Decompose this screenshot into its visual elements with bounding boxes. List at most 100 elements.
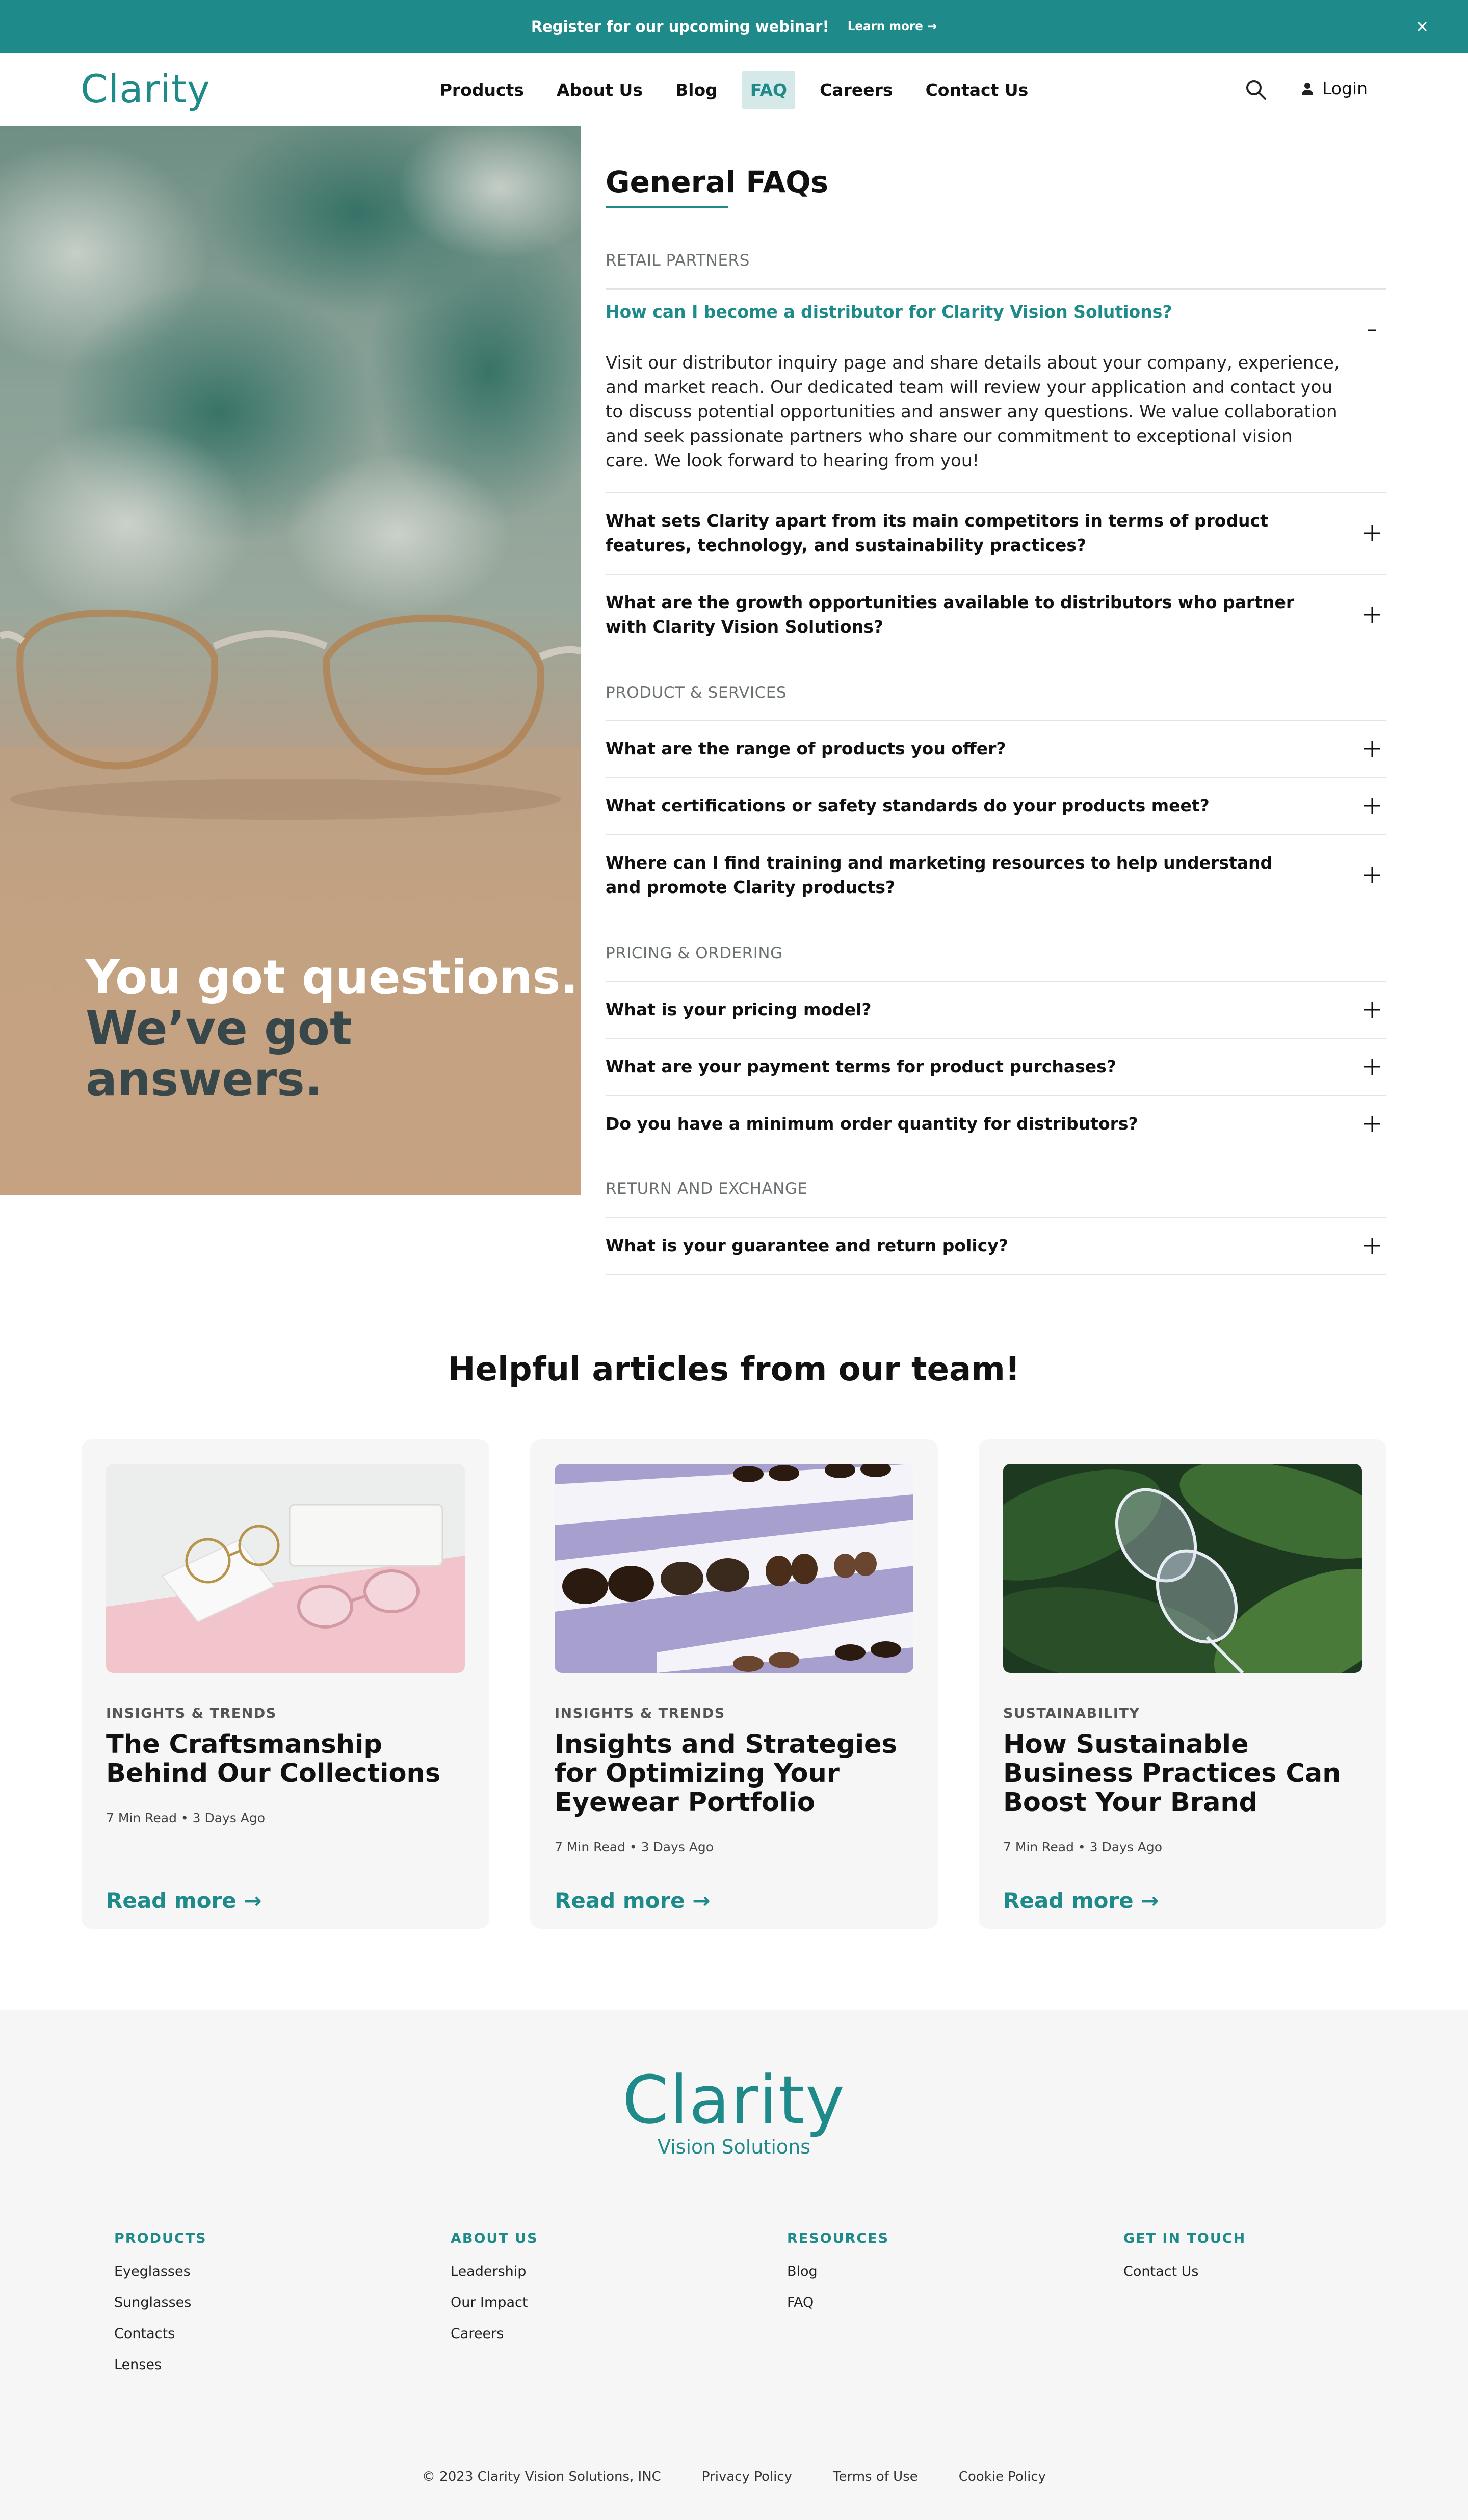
- hero-image: You got questions. We’ve got answers.: [0, 126, 581, 1195]
- faq-item[interactable]: What are the growth opportunities availa…: [606, 574, 1386, 657]
- faq-category-pricing-ordering: PRICING & ORDERING: [606, 944, 783, 962]
- nav-careers[interactable]: Careers: [811, 71, 901, 109]
- faq-question[interactable]: Where can I find training and marketing …: [606, 851, 1309, 900]
- banner-text: Register for our upcoming webinar!: [531, 18, 829, 35]
- faq-item[interactable]: What are the range of products you offer…: [606, 720, 1386, 777]
- faq-question[interactable]: What are the growth opportunities availa…: [606, 590, 1309, 639]
- article-image: [555, 1464, 913, 1673]
- plus-icon[interactable]: [1362, 865, 1382, 885]
- login-label: Login: [1322, 78, 1368, 98]
- footer-tagline: Vision Solutions: [657, 2136, 811, 2158]
- footer-column-heading: PRODUCTS: [114, 2230, 207, 2246]
- faq-item[interactable]: What is your guarantee and return policy…: [606, 1217, 1386, 1274]
- footer-column-products: PRODUCTS Eyeglasses Sunglasses Contacts …: [114, 2230, 420, 2388]
- faq-question[interactable]: What is your guarantee and return policy…: [606, 1233, 1309, 1258]
- footer-link[interactable]: Blog: [787, 2264, 1093, 2279]
- article-tag: INSIGHTS & TRENDS: [106, 1705, 277, 1721]
- article-title[interactable]: The Craftsmanship Behind Our Collections: [106, 1730, 465, 1788]
- footer-column-heading: RESOURCES: [787, 2230, 889, 2246]
- copyright-text: © 2023 Clarity Vision Solutions, INC: [422, 2469, 661, 2484]
- nav-about-us[interactable]: About Us: [548, 71, 651, 109]
- plus-icon[interactable]: [1362, 1000, 1382, 1020]
- faq-title-underline: [606, 206, 728, 208]
- search-icon[interactable]: [1244, 77, 1268, 102]
- footer-legal: © 2023 Clarity Vision Solutions, INC Pri…: [0, 2469, 1468, 2484]
- hero-line-2: We’ve got answers.: [86, 1001, 352, 1107]
- plus-icon[interactable]: [1362, 739, 1382, 759]
- footer-link[interactable]: Sunglasses: [114, 2295, 420, 2311]
- footer-column-heading: ABOUT US: [451, 2230, 538, 2246]
- announcement-banner: Register for our upcoming webinar! Learn…: [0, 0, 1468, 53]
- footer-link[interactable]: Our Impact: [451, 2295, 756, 2311]
- faq-item[interactable]: Where can I find training and marketing …: [606, 834, 1386, 917]
- banner-learn-more-link[interactable]: Learn more →: [848, 20, 937, 33]
- plus-icon[interactable]: [1362, 1236, 1382, 1256]
- faq-title: General FAQs: [606, 165, 829, 199]
- faq-item[interactable]: What certifications or safety standards …: [606, 777, 1386, 834]
- article-title[interactable]: How Sustainable Business Practices Can B…: [1003, 1730, 1362, 1817]
- plus-icon[interactable]: [1362, 796, 1382, 816]
- nav-blog[interactable]: Blog: [667, 71, 726, 109]
- article-card[interactable]: INSIGHTS & TRENDS The Craftsmanship Behi…: [82, 1439, 489, 1929]
- footer-column-resources: RESOURCES Blog FAQ: [787, 2230, 1093, 2326]
- nav-faq[interactable]: FAQ: [742, 70, 796, 109]
- privacy-policy-link[interactable]: Privacy Policy: [702, 2469, 792, 2484]
- faq-category-return-exchange: RETURN AND EXCHANGE: [606, 1179, 808, 1198]
- faq-item[interactable]: How can I become a distributor for Clari…: [606, 288, 1386, 492]
- footer-logo[interactable]: Clarity: [0, 2061, 1468, 2139]
- faq-item[interactable]: What are your payment terms for product …: [606, 1038, 1386, 1095]
- footer-column-about-us: ABOUT US Leadership Our Impact Careers: [451, 2230, 756, 2357]
- article-image: [106, 1464, 465, 1673]
- hero-heading: You got questions. We’ve got answers.: [86, 952, 581, 1105]
- plus-icon[interactable]: [1362, 605, 1382, 625]
- footer-column-get-in-touch: GET IN TOUCH Contact Us: [1123, 2230, 1429, 2295]
- footer-link[interactable]: Lenses: [114, 2357, 420, 2373]
- article-meta: 7 Min Read • 3 Days Ago: [1003, 1840, 1163, 1854]
- footer-link[interactable]: Careers: [451, 2326, 756, 2342]
- site-footer: Clarity Vision Solutions PRODUCTS Eyegla…: [0, 2010, 1468, 2520]
- minus-icon[interactable]: [1362, 320, 1382, 340]
- article-title[interactable]: Insights and Strategies for Optimizing Y…: [555, 1730, 913, 1817]
- faq-question[interactable]: What certifications or safety standards …: [606, 794, 1309, 818]
- read-more-link[interactable]: Read more →: [106, 1888, 261, 1913]
- footer-link[interactable]: Contacts: [114, 2326, 420, 2342]
- faq-category-retail-partners: RETAIL PARTNERS: [606, 251, 750, 270]
- login-button[interactable]: Login: [1300, 78, 1368, 98]
- faq-item[interactable]: What sets Clarity apart from its main co…: [606, 492, 1386, 574]
- faq-answer: Visit our distributor inquiry page and s…: [606, 353, 1340, 471]
- faq-question[interactable]: What are the range of products you offer…: [606, 737, 1309, 761]
- faq-question[interactable]: Do you have a minimum order quantity for…: [606, 1112, 1309, 1136]
- articles-heading: Helpful articles from our team!: [448, 1351, 1020, 1388]
- faq-item[interactable]: What is your pricing model?: [606, 981, 1386, 1038]
- faq-item[interactable]: Do you have a minimum order quantity for…: [606, 1095, 1386, 1152]
- footer-link[interactable]: FAQ: [787, 2295, 1093, 2311]
- user-icon: [1302, 82, 1313, 95]
- read-more-link[interactable]: Read more →: [1003, 1888, 1159, 1913]
- terms-of-use-link[interactable]: Terms of Use: [833, 2469, 918, 2484]
- hero-line-1: You got questions.: [86, 950, 579, 1005]
- article-tag: SUSTAINABILITY: [1003, 1705, 1140, 1721]
- nav-contact-us[interactable]: Contact Us: [917, 71, 1037, 109]
- footer-link[interactable]: Leadership: [451, 2264, 756, 2279]
- article-meta: 7 Min Read • 3 Days Ago: [106, 1810, 266, 1825]
- read-more-link[interactable]: Read more →: [555, 1888, 710, 1913]
- faq-category-product-services: PRODUCT & SERVICES: [606, 684, 787, 702]
- plus-icon[interactable]: [1362, 1057, 1382, 1077]
- faq-divider: [606, 1274, 1386, 1275]
- cookie-policy-link[interactable]: Cookie Policy: [959, 2469, 1046, 2484]
- article-card[interactable]: INSIGHTS & TRENDS Insights and Strategie…: [530, 1439, 938, 1929]
- article-image: [1003, 1464, 1362, 1673]
- footer-link[interactable]: Contact Us: [1123, 2264, 1429, 2279]
- faq-question[interactable]: What sets Clarity apart from its main co…: [606, 509, 1309, 558]
- faq-question[interactable]: How can I become a distributor for Clari…: [606, 300, 1309, 324]
- faq-question[interactable]: What is your pricing model?: [606, 998, 1309, 1022]
- article-card[interactable]: SUSTAINABILITY How Sustainable Business …: [979, 1439, 1386, 1929]
- plus-icon[interactable]: [1362, 1114, 1382, 1134]
- footer-link[interactable]: Eyeglasses: [114, 2264, 420, 2279]
- article-tag: INSIGHTS & TRENDS: [555, 1705, 725, 1721]
- close-icon[interactable]: [1413, 17, 1431, 36]
- site-header: Clarity Products About Us Blog FAQ Caree…: [0, 53, 1468, 126]
- faq-question[interactable]: What are your payment terms for product …: [606, 1055, 1309, 1079]
- nav-products[interactable]: Products: [432, 71, 532, 109]
- plus-icon[interactable]: [1362, 523, 1382, 543]
